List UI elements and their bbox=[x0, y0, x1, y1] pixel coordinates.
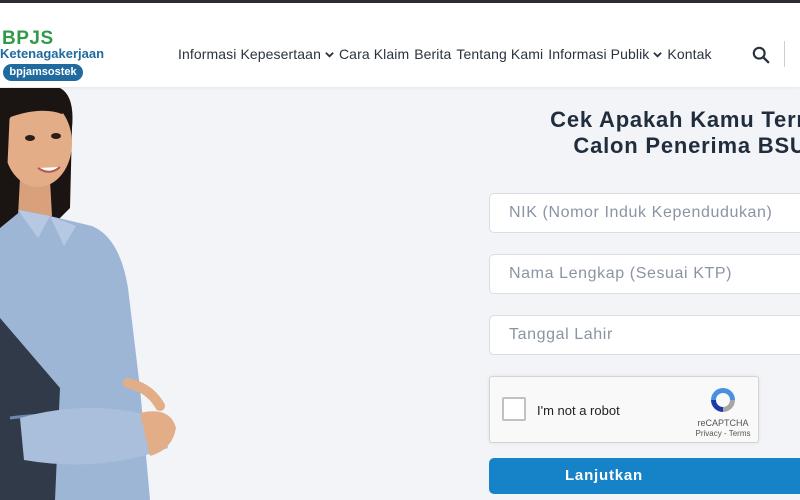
submit-button[interactable]: Lanjutkan bbox=[489, 458, 800, 494]
nav-item-informasi-publik[interactable]: Informasi Publik bbox=[548, 46, 663, 62]
nav-item-berita[interactable]: Berita bbox=[414, 46, 451, 62]
nav-item-informasi-kepesertaan[interactable]: Informasi Kepesertaan bbox=[178, 46, 334, 62]
nav-item-label: Berita bbox=[414, 46, 452, 62]
form-title: Cek Apakah Kamu Terma Calon Penerima BSU bbox=[490, 107, 800, 159]
recaptcha-brand: reCAPTCHA bbox=[697, 418, 749, 428]
dob-field bbox=[489, 315, 800, 355]
nav-item-tentang-kami[interactable]: Tentang Kami bbox=[456, 46, 543, 62]
nav-item-label: Cara Klaim bbox=[338, 46, 410, 62]
chevron-down-icon bbox=[325, 51, 334, 58]
bpjs-logo[interactable]: BPJS Ketenagakerjaan bpjamsostek bbox=[0, 29, 110, 85]
nik-field bbox=[489, 193, 800, 233]
recaptcha-label: I'm not a robot bbox=[537, 403, 620, 418]
form-title-line-2: Calon Penerima BSU bbox=[573, 133, 800, 158]
birth-date-input[interactable] bbox=[490, 316, 800, 354]
nik-input[interactable] bbox=[490, 194, 800, 232]
site-header: BPJS Ketenagakerjaan bpjamsostek Informa… bbox=[0, 3, 800, 87]
recaptcha-widget: I'm not a robot reCAPTCHA Privacy - Term… bbox=[489, 376, 759, 443]
recaptcha-logo-icon bbox=[711, 388, 735, 412]
recaptcha-privacy-terms[interactable]: Privacy - Terms bbox=[689, 429, 757, 438]
hero-person-image bbox=[0, 88, 176, 500]
chevron-down-icon bbox=[653, 51, 663, 58]
full-name-input[interactable] bbox=[490, 255, 800, 293]
header-divider bbox=[784, 41, 785, 67]
nav-item-label: Informasi Kepesertaan bbox=[178, 46, 321, 62]
nav-item-label: Informasi Publik bbox=[548, 46, 650, 62]
logo-subtitle: Ketenagakerjaan bbox=[0, 46, 105, 61]
search-icon[interactable] bbox=[752, 46, 770, 64]
name-field bbox=[489, 254, 800, 294]
nav-item-label: Kontak bbox=[667, 46, 712, 62]
nav-item-kontak[interactable]: Kontak bbox=[667, 46, 711, 62]
form-title-line-1: Cek Apakah Kamu Terma bbox=[550, 107, 800, 132]
logo-pill: bpjamsostek bbox=[3, 64, 83, 81]
nav-item-label: Tentang Kami bbox=[456, 46, 544, 62]
nav-item-cara-klaim[interactable]: Cara Klaim bbox=[339, 46, 409, 62]
main-nav: Informasi Kepesertaan Cara Klaim Berita … bbox=[178, 43, 717, 65]
recaptcha-checkbox[interactable] bbox=[502, 397, 526, 421]
